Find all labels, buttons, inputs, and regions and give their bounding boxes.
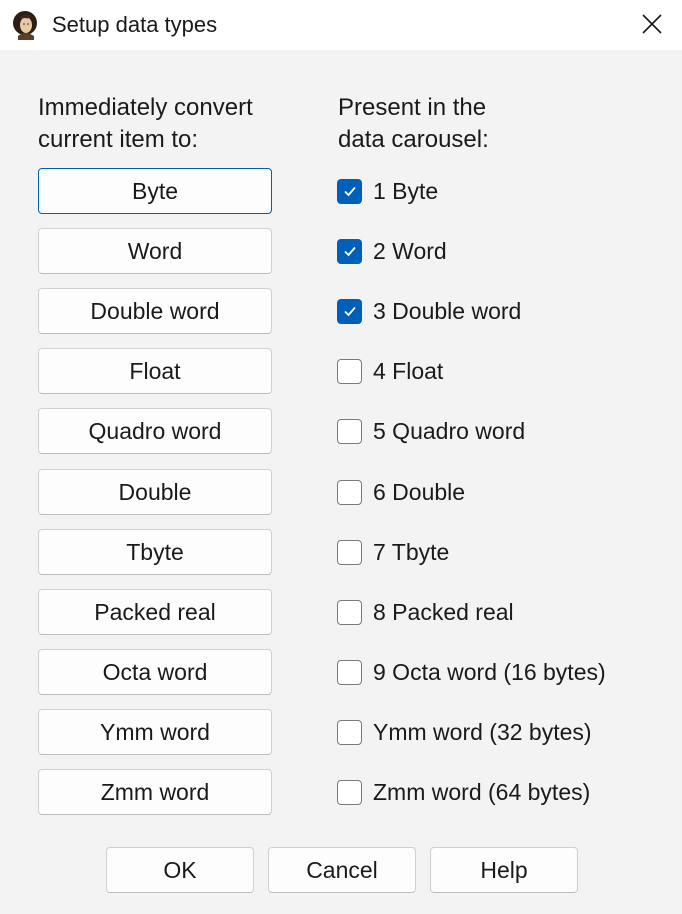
convert-double-button[interactable]: Double [38, 469, 272, 515]
carousel-item-quadro-word[interactable]: 5 Quadro word [337, 416, 525, 446]
checkmark-icon [343, 306, 356, 317]
convert-octa-word-button[interactable]: Octa word [38, 649, 272, 695]
carousel-heading-line1: Present in the [338, 94, 487, 121]
checkbox[interactable] [337, 358, 362, 384]
carousel-item-ymm-word[interactable]: Ymm word (32 bytes) [337, 717, 592, 747]
convert-packed-real-button[interactable]: Packed real [38, 589, 272, 635]
convert-double-word-button[interactable]: Double word [38, 288, 272, 334]
close-icon [642, 14, 662, 34]
convert-tbyte-button[interactable]: Tbyte [38, 529, 272, 575]
carousel-item-zmm-word[interactable]: Zmm word (64 bytes) [337, 777, 590, 807]
checkbox-label: 7 Tbyte [373, 538, 450, 565]
convert-word-button[interactable]: Word [38, 228, 272, 274]
window-title: Setup data types [52, 12, 218, 37]
carousel-heading: Present in the data carousel: [338, 92, 638, 156]
convert-heading-line2: current item to: [38, 126, 199, 153]
checkbox[interactable] [337, 719, 362, 745]
checkbox[interactable] [337, 298, 362, 324]
carousel-item-tbyte[interactable]: 7 Tbyte [337, 537, 449, 567]
cancel-button[interactable]: Cancel [268, 847, 416, 893]
checkbox[interactable] [337, 418, 362, 444]
checkbox[interactable] [337, 539, 362, 565]
carousel-item-octa-word[interactable]: 9 Octa word (16 bytes) [337, 657, 606, 687]
convert-zmm-word-button[interactable]: Zmm word [38, 769, 272, 815]
carousel-item-float[interactable]: 4 Float [337, 356, 443, 386]
carousel-item-double[interactable]: 6 Double [337, 477, 465, 507]
title-bar: Setup data types [0, 0, 682, 50]
checkbox-label: 6 Double [373, 478, 466, 505]
checkbox-label: 2 Word [373, 237, 447, 264]
convert-quadro-word-button[interactable]: Quadro word [38, 408, 272, 454]
checkbox-label: 1 Byte [373, 177, 439, 204]
checkbox[interactable] [337, 599, 362, 625]
carousel-item-double-word[interactable]: 3 Double word [337, 296, 521, 326]
checkbox-label: 4 Float [373, 357, 444, 384]
checkbox-label: 9 Octa word (16 bytes) [373, 658, 606, 685]
carousel-heading-line2: data carousel: [338, 126, 489, 153]
checkbox[interactable] [337, 238, 362, 264]
convert-byte-button[interactable]: Byte [38, 168, 272, 214]
checkbox-label: Zmm word (64 bytes) [373, 778, 591, 805]
checkbox-label: 3 Double word [373, 297, 522, 324]
checkmark-icon [343, 246, 356, 257]
portrait-app-icon [10, 10, 40, 40]
checkmark-icon [343, 186, 356, 197]
carousel-item-packed-real[interactable]: 8 Packed real [337, 597, 514, 627]
convert-heading-line1: Immediately convert [38, 94, 253, 121]
checkbox[interactable] [337, 779, 362, 805]
checkbox-label: 5 Quadro word [373, 417, 526, 444]
ok-button[interactable]: OK [106, 847, 254, 893]
close-button[interactable] [632, 6, 672, 42]
checkbox[interactable] [337, 659, 362, 685]
convert-float-button[interactable]: Float [38, 348, 272, 394]
checkbox-label: 8 Packed real [373, 598, 514, 625]
checkbox[interactable] [337, 479, 362, 505]
carousel-item-byte[interactable]: 1 Byte [337, 176, 438, 206]
checkbox[interactable] [337, 178, 362, 204]
checkbox-label: Ymm word (32 bytes) [373, 718, 592, 745]
convert-heading: Immediately convert current item to: [38, 92, 308, 156]
convert-ymm-word-button[interactable]: Ymm word [38, 709, 272, 755]
help-button[interactable]: Help [430, 847, 578, 893]
carousel-item-word[interactable]: 2 Word [337, 236, 447, 266]
